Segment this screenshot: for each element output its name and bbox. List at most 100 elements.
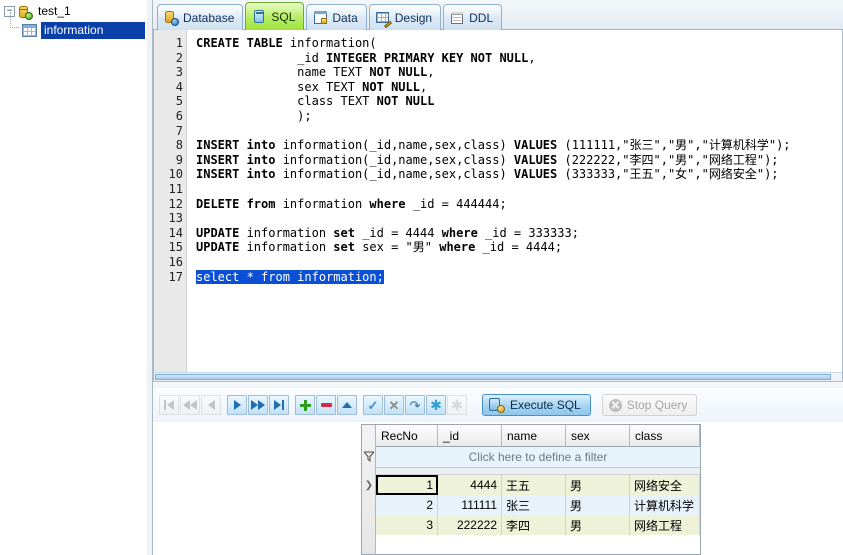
query-result-grid[interactable]: RecNo _id name sex class Click here to defin… bbox=[361, 424, 701, 555]
code-line-text[interactable]: UPDATE information set _id = 4444 where … bbox=[187, 226, 579, 241]
tab-data[interactable]: Data bbox=[306, 4, 367, 30]
table-cell-class[interactable]: 计算机科学 bbox=[630, 495, 700, 515]
tree-guide-line bbox=[10, 12, 11, 28]
filter-funnel-icon[interactable] bbox=[364, 451, 374, 462]
table-cell-_id[interactable]: 4444 bbox=[438, 475, 502, 495]
table-cell-_id[interactable]: 111111 bbox=[438, 495, 502, 515]
code-line[interactable]: 12 DELETE from information where _id = 44… bbox=[154, 197, 842, 212]
delete-record-button[interactable] bbox=[316, 395, 336, 415]
last-record-button[interactable] bbox=[269, 395, 289, 415]
revert-updates-button[interactable]: ✱ bbox=[447, 395, 467, 415]
table-cell-name[interactable]: 李四 bbox=[502, 515, 566, 535]
table-cell-class[interactable]: 网络工程 bbox=[630, 515, 700, 535]
prior-record-button[interactable] bbox=[201, 395, 221, 415]
stop-query-button[interactable]: Stop Query bbox=[601, 394, 698, 416]
table-row[interactable]: 1 4444 王五男网络安全 bbox=[376, 475, 700, 495]
code-span: name TEXT bbox=[196, 65, 370, 80]
row-marker[interactable] bbox=[362, 495, 376, 515]
code-line[interactable]: 1 CREATE TABLE information( bbox=[154, 36, 842, 51]
code-line-text[interactable]: ); bbox=[187, 109, 311, 124]
code-line[interactable]: 5 class TEXT NOT NULL bbox=[154, 94, 842, 109]
next-record-button[interactable] bbox=[227, 395, 247, 415]
table-row[interactable]: 2 111111 张三男计算机科学 bbox=[376, 495, 700, 515]
cancel-edit-button[interactable]: ✕ bbox=[384, 395, 404, 415]
sql-code-text[interactable]: 1 CREATE TABLE information(2 _id INTEGER … bbox=[154, 36, 842, 381]
editor-horizontal-scrollbar[interactable] bbox=[154, 372, 842, 381]
tree-item-database[interactable]: − test_1 bbox=[0, 2, 152, 21]
row-marker[interactable] bbox=[362, 515, 376, 535]
table-cell-recno[interactable]: 3 bbox=[376, 515, 438, 535]
code-line-text[interactable]: INSERT into information(_id,name,sex,cla… bbox=[187, 138, 791, 153]
code-line-text[interactable]: class TEXT NOT NULL bbox=[187, 94, 434, 109]
apply-updates-button[interactable]: ✱ bbox=[426, 395, 446, 415]
code-line[interactable]: 9 INSERT into information(_id,name,sex,cl… bbox=[154, 153, 842, 168]
prior-page-button[interactable] bbox=[180, 395, 200, 415]
current-row-arrow-icon[interactable]: ❯ bbox=[362, 475, 376, 495]
grid-column-header-class[interactable]: class bbox=[630, 425, 700, 446]
grid-column-header-recno[interactable]: RecNo bbox=[376, 425, 438, 446]
grid-filter-row[interactable]: Click here to define a filter bbox=[376, 447, 700, 468]
code-line[interactable]: 7 bbox=[154, 124, 842, 139]
edit-record-button[interactable] bbox=[337, 395, 357, 415]
code-line[interactable]: 15 UPDATE information set sex = "男" where… bbox=[154, 240, 842, 255]
code-line-text[interactable]: UPDATE information set sex = "男" where _… bbox=[187, 240, 562, 255]
code-line[interactable]: 6 ); bbox=[154, 109, 842, 124]
code-line[interactable]: 14 UPDATE information set _id = 4444 wher… bbox=[154, 226, 842, 241]
table-cell-class[interactable]: 网络安全 bbox=[630, 475, 700, 495]
execute-sql-button[interactable]: Execute SQL bbox=[482, 394, 591, 416]
grid-horizontal-scrollbar[interactable] bbox=[376, 468, 700, 475]
code-span: _id = 4444; bbox=[475, 240, 563, 255]
code-line[interactable]: 8 INSERT into information(_id,name,sex,cl… bbox=[154, 138, 842, 153]
editor-hscroll-thumb[interactable] bbox=[155, 374, 831, 380]
first-record-button[interactable] bbox=[159, 395, 179, 415]
tab-design[interactable]: Design bbox=[368, 4, 442, 30]
refresh-button[interactable]: ↷ bbox=[405, 395, 425, 415]
table-cell-_id[interactable]: 222222 bbox=[438, 515, 502, 535]
code-span: class TEXT bbox=[196, 94, 377, 109]
tab-sql[interactable]: SQL bbox=[245, 2, 305, 30]
code-line[interactable]: 16 bbox=[154, 255, 842, 270]
code-line[interactable]: 2 _id INTEGER PRIMARY KEY NOT NULL, bbox=[154, 51, 842, 66]
table-cell-sex[interactable]: 男 bbox=[566, 495, 630, 515]
line-number: 1 bbox=[175, 36, 183, 50]
tree-vertical-scrollbar[interactable] bbox=[147, 0, 152, 555]
code-line[interactable]: 13 bbox=[154, 211, 842, 226]
code-line[interactable]: 4 sex TEXT NOT NULL, bbox=[154, 80, 842, 95]
code-line[interactable]: 3 name TEXT NOT NULL, bbox=[154, 65, 842, 80]
table-cell-name[interactable]: 张三 bbox=[502, 495, 566, 515]
data-grid-icon bbox=[313, 10, 328, 25]
table-cell-sex[interactable]: 男 bbox=[566, 475, 630, 495]
code-line[interactable]: 10 INSERT into information(_id,name,sex,c… bbox=[154, 167, 842, 182]
code-line[interactable]: 11 bbox=[154, 182, 842, 197]
table-cell-recno[interactable]: 2 bbox=[376, 495, 438, 515]
object-tree-panel: − test_1 information bbox=[0, 0, 153, 555]
code-line-text[interactable]: sex TEXT NOT NULL, bbox=[187, 80, 427, 95]
tab-database[interactable]: Database bbox=[157, 4, 244, 30]
post-edit-button[interactable]: ✓ bbox=[363, 395, 383, 415]
grid-column-header-_id[interactable]: _id bbox=[438, 425, 502, 446]
code-line-text[interactable]: name TEXT NOT NULL, bbox=[187, 65, 434, 80]
code-span: information( bbox=[289, 36, 377, 50]
table-cell-name[interactable]: 王五 bbox=[502, 475, 566, 495]
table-row[interactable]: 3 222222 李四男网络工程 bbox=[376, 515, 700, 535]
tree-item-table-information[interactable]: information bbox=[0, 21, 152, 40]
code-line[interactable]: 17 select * from information; bbox=[154, 269, 842, 285]
insert-record-button[interactable] bbox=[295, 395, 315, 415]
code-line-text[interactable]: INSERT into information(_id,name,sex,cla… bbox=[187, 153, 779, 168]
tab-ddl[interactable]: DDL bbox=[443, 4, 503, 30]
stop-query-icon bbox=[608, 398, 622, 412]
line-number: 4 bbox=[175, 79, 183, 94]
grid-column-header-sex[interactable]: sex bbox=[566, 425, 630, 446]
code-span: NOT NULL bbox=[362, 79, 420, 94]
code-line-text[interactable]: DELETE from information where _id = 4444… bbox=[187, 197, 507, 212]
code-line-text[interactable]: _id INTEGER PRIMARY KEY NOT NULL, bbox=[187, 51, 535, 66]
sql-editor[interactable]: 1 CREATE TABLE information(2 _id INTEGER … bbox=[153, 30, 843, 382]
code-line-text[interactable]: CREATE TABLE information( bbox=[187, 36, 377, 51]
code-line-text[interactable]: INSERT into information(_id,name,sex,cla… bbox=[187, 167, 779, 182]
next-page-button[interactable] bbox=[248, 395, 268, 415]
line-number: 13 bbox=[168, 211, 183, 226]
code-line-text[interactable]: select * from information; bbox=[187, 269, 384, 285]
table-cell-recno[interactable]: 1 bbox=[376, 475, 438, 495]
grid-column-header-name[interactable]: name bbox=[502, 425, 566, 446]
table-cell-sex[interactable]: 男 bbox=[566, 515, 630, 535]
